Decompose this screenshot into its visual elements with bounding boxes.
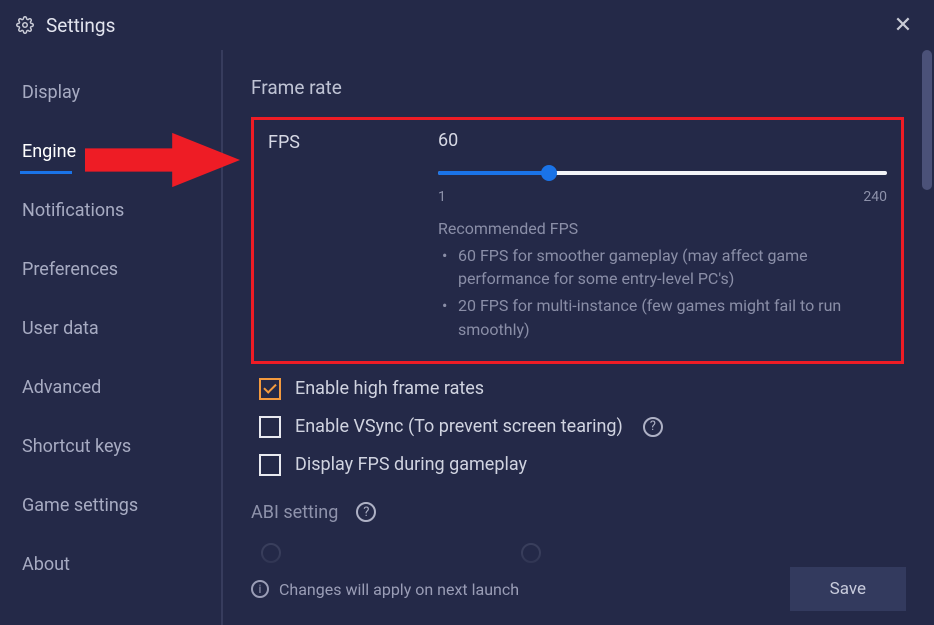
sidebar-item-engine[interactable]: Engine (20, 135, 221, 168)
sidebar-item-shortcut-keys[interactable]: Shortcut keys (20, 430, 221, 463)
slider-thumb[interactable] (541, 165, 557, 181)
main-panel: Frame rate FPS 60 1 240 Recommended FPS (223, 50, 934, 625)
slider-min-label: 1 (438, 189, 446, 205)
help-icon[interactable]: ? (643, 417, 663, 437)
scrollbar-thumb[interactable] (922, 50, 932, 190)
recommended-fps-list: 60 FPS for smoother gameplay (may affect… (438, 244, 887, 341)
checkbox-label: Display FPS during gameplay (295, 454, 527, 475)
abi-setting-title: ABI setting (251, 502, 338, 523)
footer-notice: Changes will apply on next launch (279, 580, 790, 599)
fps-label: FPS (268, 130, 438, 345)
titlebar: Settings ✕ (0, 0, 934, 50)
sidebar-item-user-data[interactable]: User data (20, 312, 221, 345)
fps-slider[interactable] (438, 165, 887, 181)
recommended-fps-title: Recommended FPS (438, 219, 887, 238)
slider-max-label: 240 (863, 189, 887, 205)
checkbox-label: Enable high frame rates (295, 378, 484, 399)
info-icon: i (251, 580, 269, 598)
window-title: Settings (46, 14, 888, 37)
fps-highlight-box: FPS 60 1 240 Recommended FPS 60 FPS for (251, 117, 904, 364)
close-button[interactable]: ✕ (888, 13, 918, 38)
save-button[interactable]: Save (790, 567, 906, 611)
footer-bar: i Changes will apply on next launch Save (223, 553, 934, 625)
close-icon: ✕ (894, 13, 912, 38)
recommended-fps-item: 20 FPS for multi-instance (few games mig… (458, 294, 887, 340)
gear-icon (16, 16, 34, 34)
sidebar-item-notifications[interactable]: Notifications (20, 194, 221, 227)
slider-fill (438, 171, 549, 175)
section-title-frame-rate: Frame rate (251, 76, 904, 99)
checkbox-enable-vsync[interactable] (259, 416, 281, 438)
fps-value: 60 (438, 130, 887, 151)
checkbox-label: Enable VSync (To prevent screen tearing) (295, 416, 623, 437)
sidebar-item-advanced[interactable]: Advanced (20, 371, 221, 404)
scrollbar[interactable] (922, 50, 932, 625)
sidebar-item-preferences[interactable]: Preferences (20, 253, 221, 286)
recommended-fps-item: 60 FPS for smoother gameplay (may affect… (458, 244, 887, 290)
sidebar-item-display[interactable]: Display (20, 76, 221, 109)
sidebar-item-game-settings[interactable]: Game settings (20, 489, 221, 522)
checkbox-display-fps[interactable] (259, 454, 281, 476)
help-icon[interactable]: ? (356, 502, 376, 522)
sidebar-item-about[interactable]: About (20, 548, 221, 581)
sidebar: Display Engine Notifications Preferences… (0, 50, 223, 625)
checkbox-enable-high-frame-rates[interactable] (259, 378, 281, 400)
